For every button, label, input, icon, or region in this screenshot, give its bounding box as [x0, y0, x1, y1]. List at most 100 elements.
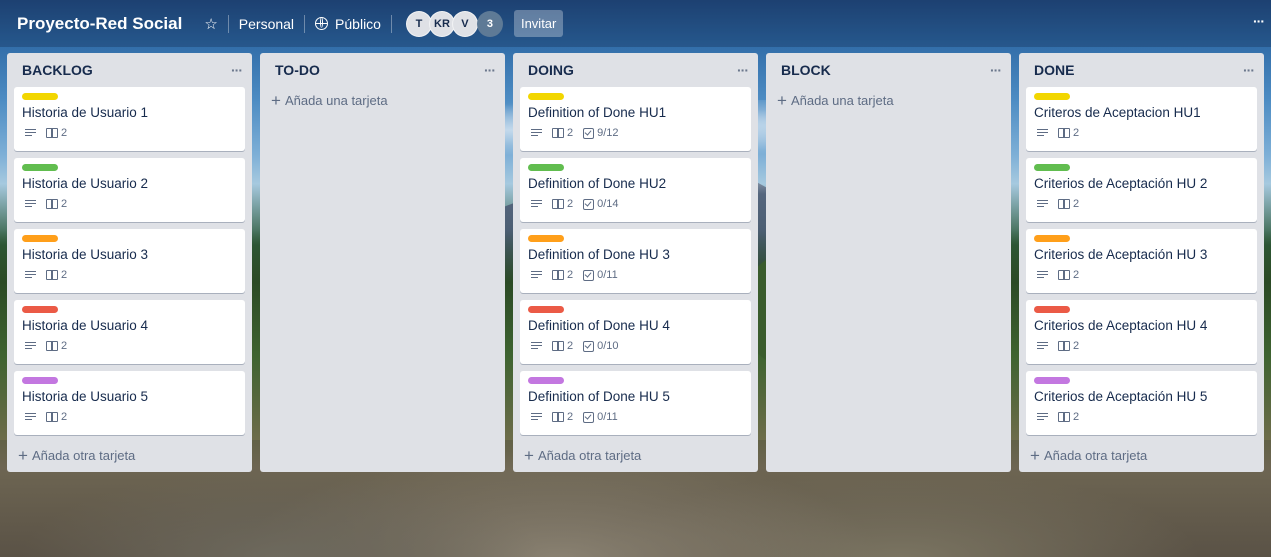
add-card-button[interactable]: + Añada una tarjeta: [766, 87, 1011, 117]
attachment-badge: 2: [552, 127, 573, 139]
card[interactable]: Definition of Done HU 3 2 0/11: [520, 229, 751, 293]
card-label[interactable]: [528, 93, 564, 100]
card[interactable]: Criterios de Aceptación HU 5 2: [1026, 371, 1257, 435]
description-icon: [1037, 341, 1048, 351]
star-icon[interactable]: ☆: [204, 15, 217, 33]
attachment-count: 2: [61, 127, 68, 139]
card[interactable]: Historia de Usuario 5 2: [14, 371, 245, 435]
card-title: Definition of Done HU 3: [528, 247, 670, 262]
attachment-icon: [46, 341, 58, 351]
more-members-count[interactable]: 3: [476, 10, 503, 37]
card-label[interactable]: [22, 93, 58, 100]
list-menu-icon[interactable]: ···: [990, 62, 1002, 78]
card-label[interactable]: [1034, 164, 1070, 171]
board-title[interactable]: Proyecto-Red Social: [17, 14, 182, 34]
add-card-label: Añada otra tarjeta: [537, 448, 642, 463]
card[interactable]: Definition of Done HU1 2 9/12: [520, 87, 751, 151]
avatar[interactable]: V: [451, 10, 478, 37]
card-label[interactable]: [22, 235, 58, 242]
card[interactable]: Definition of Done HU2 2 0/14: [520, 158, 751, 222]
card[interactable]: Criterios de Aceptación HU 3 2: [1026, 229, 1257, 293]
checklist-badge: 9/12: [583, 127, 619, 139]
add-card-button[interactable]: + Añada otra tarjeta: [7, 442, 252, 468]
plus-icon: +: [1030, 445, 1040, 465]
card-badges: 2 0/10: [528, 340, 743, 352]
card-title: Definition of Done HU1: [528, 105, 667, 120]
card-label[interactable]: [1034, 377, 1070, 384]
list-title[interactable]: TO-DO: [275, 62, 320, 78]
card-title: Historia de Usuario 5: [22, 389, 149, 404]
list-menu-icon[interactable]: ···: [737, 62, 749, 78]
card[interactable]: Definition of Done HU 4 2 0/10: [520, 300, 751, 364]
attachment-badge: 2: [46, 269, 67, 281]
checklist-icon: [583, 411, 595, 423]
description-icon: [25, 199, 36, 209]
card-list: Historia de Usuario 1 2 Historia de Usuari…: [7, 87, 252, 435]
description-icon: [1037, 270, 1048, 280]
checklist-count: 9/12: [597, 127, 619, 139]
card[interactable]: Historia de Usuario 4 2: [14, 300, 245, 364]
list-title[interactable]: BACKLOG: [22, 62, 93, 78]
attachment-count: 2: [61, 198, 68, 210]
card-label[interactable]: [22, 377, 58, 384]
card-label[interactable]: [22, 164, 58, 171]
list-menu-icon[interactable]: ···: [231, 62, 243, 78]
attachment-badge: 2: [552, 269, 573, 281]
card[interactable]: Historia de Usuario 1 2: [14, 87, 245, 151]
card-label[interactable]: [1034, 235, 1070, 242]
card[interactable]: Historia de Usuario 2 2: [14, 158, 245, 222]
attachment-icon: [1058, 341, 1070, 351]
card-title: Criteros de Aceptacion HU1: [1034, 105, 1201, 120]
add-card-label: Añada otra tarjeta: [1043, 448, 1148, 463]
list-done: DONE ··· Criteros de Aceptacion HU1 2 Criter…: [1019, 53, 1264, 472]
card-label[interactable]: [528, 235, 564, 242]
invite-button[interactable]: Invitar: [513, 10, 564, 37]
list-title[interactable]: DOING: [528, 62, 574, 78]
checklist-badge: 0/11: [583, 269, 618, 281]
list-title[interactable]: DONE: [1034, 62, 1074, 78]
card-label[interactable]: [528, 164, 564, 171]
list-title[interactable]: BLOCK: [781, 62, 831, 78]
attachment-icon: [552, 341, 564, 351]
list-menu-icon[interactable]: ···: [1243, 62, 1255, 78]
description-icon: [531, 199, 542, 209]
list-header: DOING ···: [513, 53, 758, 87]
list-menu-icon[interactable]: ···: [484, 62, 496, 78]
attachment-count: 2: [567, 198, 574, 210]
card-label[interactable]: [528, 306, 564, 313]
card-badges: 2: [22, 127, 237, 139]
card-badges: 2: [22, 269, 237, 281]
card-label[interactable]: [1034, 93, 1070, 100]
board-canvas: BACKLOG ··· Historia de Usuario 1 2 Historia…: [7, 53, 1264, 472]
attachment-icon: [46, 412, 58, 422]
add-card-button[interactable]: + Añada otra tarjeta: [1019, 442, 1264, 468]
checklist-count: 0/11: [597, 269, 618, 281]
card[interactable]: Criterios de Aceptación HU 2 2: [1026, 158, 1257, 222]
attachment-count: 2: [1073, 127, 1080, 139]
card[interactable]: Historia de Usuario 3 2: [14, 229, 245, 293]
card-label[interactable]: [528, 377, 564, 384]
attachment-badge: 2: [552, 340, 573, 352]
attachment-count: 2: [567, 269, 574, 281]
attachment-badge: 2: [552, 198, 573, 210]
card[interactable]: Criterios de Aceptacion HU 4 2: [1026, 300, 1257, 364]
add-card-button[interactable]: + Añada otra tarjeta: [513, 442, 758, 468]
card-label[interactable]: [1034, 306, 1070, 313]
card-label[interactable]: [22, 306, 58, 313]
card[interactable]: Criteros de Aceptacion HU1 2: [1026, 87, 1257, 151]
description-icon: [25, 412, 36, 422]
card[interactable]: Definition of Done HU 5 2 0/11: [520, 371, 751, 435]
add-card-button[interactable]: + Añada una tarjeta: [260, 87, 505, 117]
show-menu-button[interactable]: ···: [1253, 13, 1265, 29]
description-icon: [1037, 412, 1048, 422]
attachment-badge: 2: [46, 340, 67, 352]
attachment-badge: 2: [46, 198, 67, 210]
team-button[interactable]: Personal: [239, 16, 294, 32]
card-title: Criterios de Aceptación HU 3: [1034, 247, 1208, 262]
visibility-button[interactable]: Público: [315, 16, 381, 32]
plus-icon: +: [777, 90, 787, 110]
checklist-icon: [583, 198, 595, 210]
attachment-icon: [1058, 412, 1070, 422]
attachment-badge: 2: [552, 411, 573, 423]
card-badges: 2: [1034, 340, 1249, 352]
